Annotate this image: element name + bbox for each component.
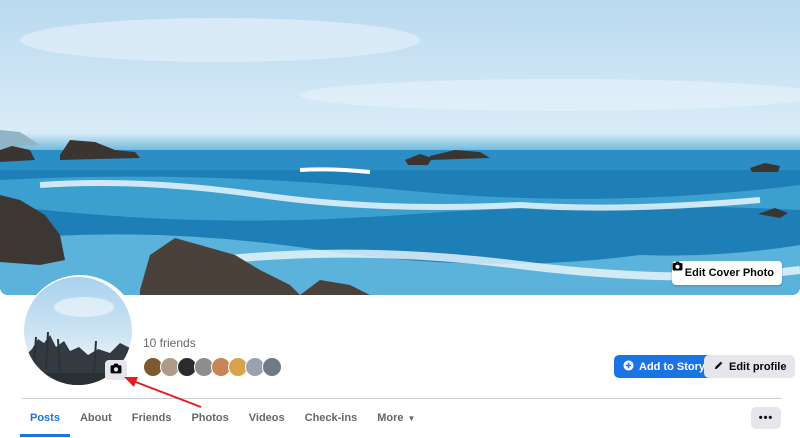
edit-cover-photo-label: Edit Cover Photo [684,267,774,279]
tab-about[interactable]: About [70,400,122,436]
tab-label: Posts [30,412,60,424]
tab-label: Friends [131,412,172,424]
caret-down-icon: ▼ [407,413,416,423]
tab-check-ins[interactable]: Check-ins [295,400,368,436]
tab-label: Videos [248,412,285,424]
tab-photos[interactable]: Photos [181,400,238,436]
tab-label: About [79,412,112,424]
friends-count[interactable]: 10 friends [143,336,196,350]
tab-label: Photos [191,412,229,424]
divider [22,398,782,399]
ellipsis-icon: ••• [758,412,774,424]
plus-circle-icon [623,359,634,374]
add-to-story-label: Add to Story [639,360,705,373]
friend-avatar[interactable] [262,357,282,377]
tab-posts[interactable]: Posts [20,400,70,437]
edit-profile-label: Edit profile [729,360,787,373]
tab-label: Check-ins [304,412,358,424]
pencil-icon [713,360,724,374]
update-profile-picture-button[interactable] [105,360,127,380]
more-options-button[interactable]: ••• [751,407,781,429]
tab-label: More [377,412,404,424]
profile-tabs: Posts About Friends Photos Videos Check-… [20,400,425,438]
tab-videos[interactable]: Videos [239,400,295,436]
friend-avatars[interactable] [143,357,282,377]
tab-friends[interactable]: Friends [122,400,182,436]
cover-photo: Edit Cover Photo [0,0,800,295]
add-to-story-button[interactable]: Add to Story [614,355,714,378]
edit-cover-photo-button[interactable]: Edit Cover Photo [671,261,782,285]
tab-more[interactable]: More ▼ [367,400,425,436]
cover-scenery [0,18,800,295]
edit-profile-button[interactable]: Edit profile [704,355,796,378]
camera-icon [110,361,122,379]
